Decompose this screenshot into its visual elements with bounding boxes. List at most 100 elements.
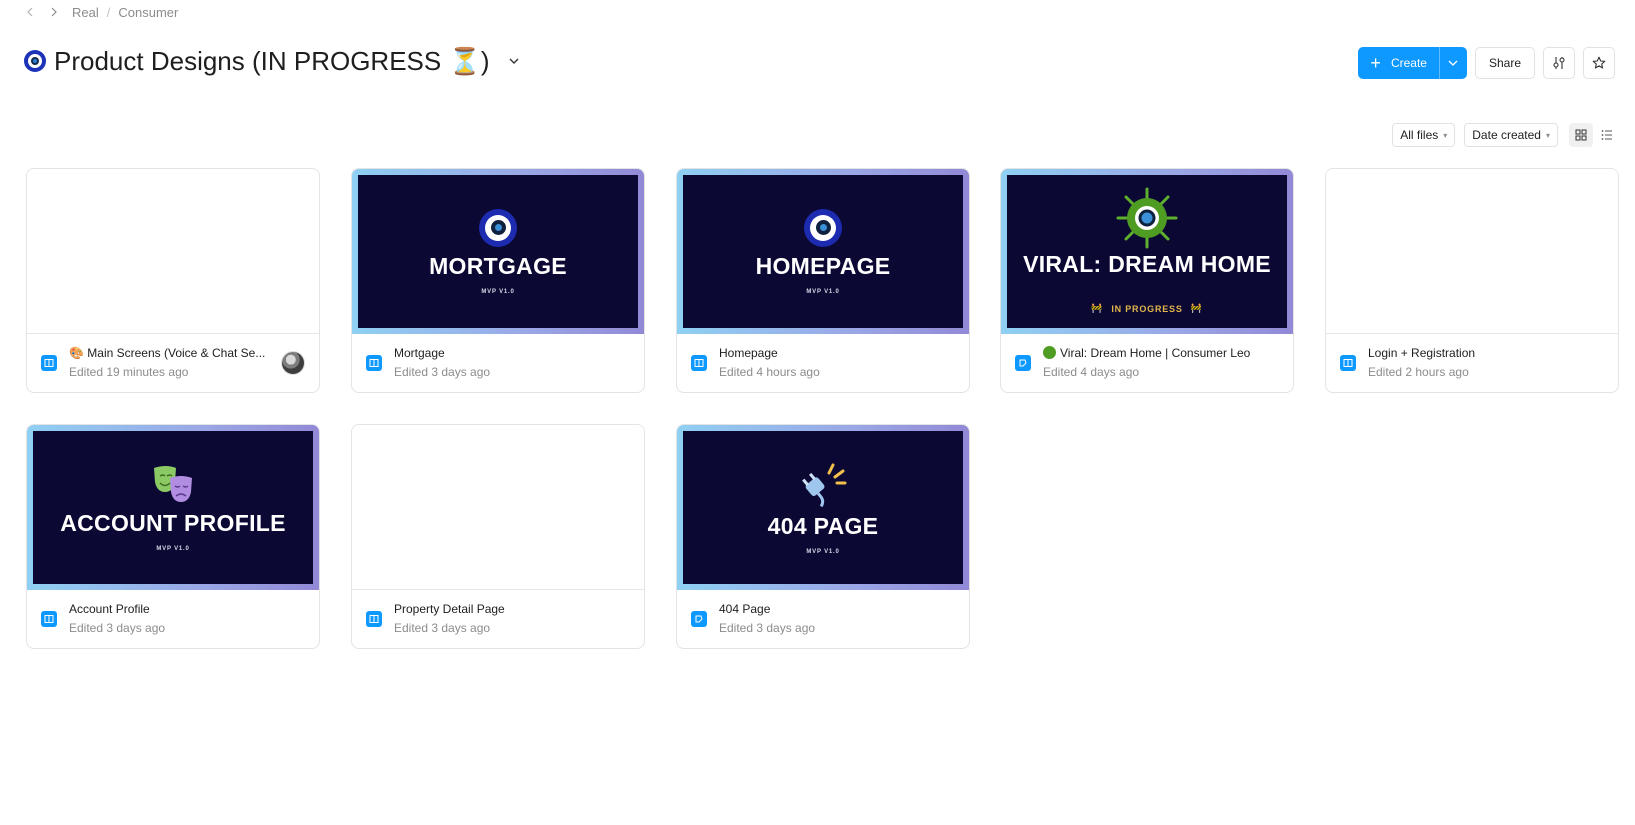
thumbnail-title: MORTGAGE bbox=[429, 252, 567, 279]
file-card-404-page[interactable]: 404 PAGE MVP V1.0 404 Page Edited 3 days… bbox=[676, 424, 970, 649]
breadcrumb: Real / Consumer bbox=[18, 3, 178, 21]
file-meta: Property Detail Page Edited 3 days ago bbox=[352, 589, 644, 648]
sliders-icon bbox=[1553, 57, 1565, 69]
file-name: Viral: Dream Home | Consumer Leo bbox=[1043, 346, 1279, 360]
thumbnail-subtitle: MVP V1.0 bbox=[806, 548, 840, 555]
evil-eye-icon bbox=[479, 208, 517, 247]
figjam-file-icon bbox=[691, 610, 707, 627]
design-file-icon bbox=[366, 610, 382, 627]
file-edited: Edited 3 days ago bbox=[719, 621, 816, 635]
file-thumbnail: VIRAL: DREAM HOME 🚧 IN PROGRESS 🚧 bbox=[1001, 169, 1293, 334]
breadcrumb-item-real[interactable]: Real bbox=[72, 5, 99, 20]
file-thumbnail: ACCOUNT PROFILE MVP V1.0 bbox=[27, 425, 319, 590]
file-meta: 🎨 Main Screens (Voice & Chat Se... Edite… bbox=[27, 333, 319, 392]
design-file-icon bbox=[366, 354, 382, 371]
file-card-property-detail[interactable]: Property Detail Page Edited 3 days ago bbox=[351, 424, 645, 649]
evil-eye-icon bbox=[24, 50, 46, 72]
file-edited: Edited 4 hours ago bbox=[719, 365, 820, 379]
file-thumbnail: HOMEPAGE MVP V1.0 bbox=[677, 169, 969, 334]
file-thumbnail: MORTGAGE MVP V1.0 bbox=[352, 169, 644, 334]
file-name-text: Viral: Dream Home | Consumer Leo bbox=[1060, 346, 1251, 360]
file-edited: Edited 4 days ago bbox=[1043, 365, 1140, 379]
create-button-main[interactable]: + Create bbox=[1358, 47, 1439, 79]
file-card-main-screens[interactable]: 🎨 Main Screens (Voice & Chat Se... Edite… bbox=[26, 168, 320, 393]
file-name: Property Detail Page bbox=[394, 602, 505, 616]
chevron-down-icon[interactable] bbox=[504, 51, 524, 71]
file-name: Account Profile bbox=[69, 602, 150, 616]
share-button[interactable]: Share bbox=[1474, 47, 1535, 79]
breadcrumb-separator: / bbox=[106, 4, 111, 20]
file-card-viral-dream-home[interactable]: VIRAL: DREAM HOME 🚧 IN PROGRESS 🚧 Viral:… bbox=[1000, 168, 1294, 393]
project-header: Product Designs (IN PROGRESS ⏳) bbox=[24, 44, 524, 78]
design-file-icon bbox=[691, 354, 707, 371]
chevron-down-icon: ▾ bbox=[1545, 130, 1550, 140]
file-thumbnail bbox=[352, 425, 644, 590]
file-meta: Account Profile Edited 3 days ago bbox=[27, 589, 319, 648]
thumbnail-subtitle: MVP V1.0 bbox=[156, 545, 190, 552]
project-settings-button[interactable] bbox=[1543, 47, 1575, 79]
unplugged-icon bbox=[802, 463, 847, 507]
create-button-label: Create bbox=[1390, 56, 1427, 70]
file-card-homepage[interactable]: HOMEPAGE MVP V1.0 Homepage Edited 4 hour… bbox=[676, 168, 970, 393]
file-meta: Mortgage Edited 3 days ago bbox=[352, 333, 644, 392]
thumbnail-title: ACCOUNT PROFILE bbox=[60, 509, 286, 536]
file-meta: Login + Registration Edited 2 hours ago bbox=[1326, 333, 1618, 392]
file-thumbnail: 404 PAGE MVP V1.0 bbox=[677, 425, 969, 590]
header-actions: + Create Share bbox=[1358, 47, 1615, 79]
file-filters: All files ▾ Date created ▾ bbox=[1392, 123, 1619, 147]
file-edited: Edited 2 hours ago bbox=[1368, 365, 1469, 379]
file-type-filter[interactable]: All files ▾ bbox=[1392, 123, 1456, 147]
page-title: Product Designs (IN PROGRESS ⏳) bbox=[54, 45, 490, 76]
file-edited: Edited 3 days ago bbox=[69, 621, 166, 635]
file-thumbnail bbox=[27, 169, 319, 334]
file-name: Login + Registration bbox=[1368, 346, 1476, 360]
grid-view-button[interactable] bbox=[1569, 123, 1593, 147]
construction-barrier-icon: 🚧 bbox=[1190, 303, 1203, 313]
back-icon[interactable] bbox=[18, 7, 42, 17]
construction-barrier-icon: 🚧 bbox=[1091, 303, 1104, 313]
file-meta: 404 Page Edited 3 days ago bbox=[677, 589, 969, 648]
thumbnail-subtitle: MVP V1.0 bbox=[806, 288, 840, 295]
sort-dropdown-label: Date created bbox=[1472, 128, 1541, 142]
grid-icon bbox=[1575, 129, 1587, 141]
file-name: Homepage bbox=[719, 346, 778, 360]
file-edited: Edited 3 days ago bbox=[394, 365, 491, 379]
figjam-file-icon bbox=[1015, 354, 1031, 371]
file-name: Mortgage bbox=[394, 346, 445, 360]
file-card-mortgage[interactable]: MORTGAGE MVP V1.0 Mortgage Edited 3 days… bbox=[351, 168, 645, 393]
file-name: 404 Page bbox=[719, 602, 771, 616]
thumbnail-title: 404 PAGE bbox=[767, 512, 879, 539]
file-thumbnail bbox=[1326, 169, 1618, 334]
design-file-icon bbox=[41, 610, 57, 627]
theater-masks-icon bbox=[154, 465, 192, 502]
design-file-icon bbox=[41, 354, 57, 371]
avatar bbox=[281, 350, 305, 375]
virus-eye-icon bbox=[1116, 187, 1178, 249]
file-card-account-profile[interactable]: ACCOUNT PROFILE MVP V1.0 Account Profile… bbox=[26, 424, 320, 649]
file-card-login-registration[interactable]: Login + Registration Edited 2 hours ago bbox=[1325, 168, 1619, 393]
forward-icon[interactable] bbox=[42, 7, 66, 17]
file-meta: Viral: Dream Home | Consumer Leo Edited … bbox=[1001, 333, 1293, 392]
thumbnail-title: HOMEPAGE bbox=[755, 252, 891, 279]
create-button[interactable]: + Create bbox=[1358, 47, 1467, 79]
virus-icon bbox=[1043, 346, 1056, 359]
list-icon bbox=[1601, 130, 1612, 140]
thumbnail-subtitle: IN PROGRESS bbox=[1111, 303, 1183, 314]
create-dropdown-button[interactable] bbox=[1438, 47, 1467, 79]
file-edited: Edited 19 minutes ago bbox=[69, 365, 189, 379]
view-toggle bbox=[1569, 123, 1619, 147]
star-icon bbox=[1592, 56, 1606, 69]
file-edited: Edited 3 days ago bbox=[394, 621, 491, 635]
file-meta: Homepage Edited 4 hours ago bbox=[677, 333, 969, 392]
breadcrumb-item-consumer[interactable]: Consumer bbox=[118, 5, 178, 20]
thumbnail-progress: 🚧 IN PROGRESS 🚧 bbox=[1091, 303, 1202, 314]
sort-dropdown[interactable]: Date created ▾ bbox=[1464, 123, 1558, 147]
list-view-button[interactable] bbox=[1595, 123, 1619, 147]
design-file-icon bbox=[1340, 354, 1356, 371]
file-type-filter-label: All files bbox=[1400, 128, 1439, 142]
chevron-down-icon: ▾ bbox=[1443, 130, 1448, 140]
thumbnail-title: VIRAL: DREAM HOME bbox=[1023, 251, 1271, 277]
favorite-button[interactable] bbox=[1583, 47, 1615, 79]
chevron-down-icon bbox=[1449, 60, 1458, 66]
file-name: 🎨 Main Screens (Voice & Chat Se... bbox=[69, 346, 266, 360]
